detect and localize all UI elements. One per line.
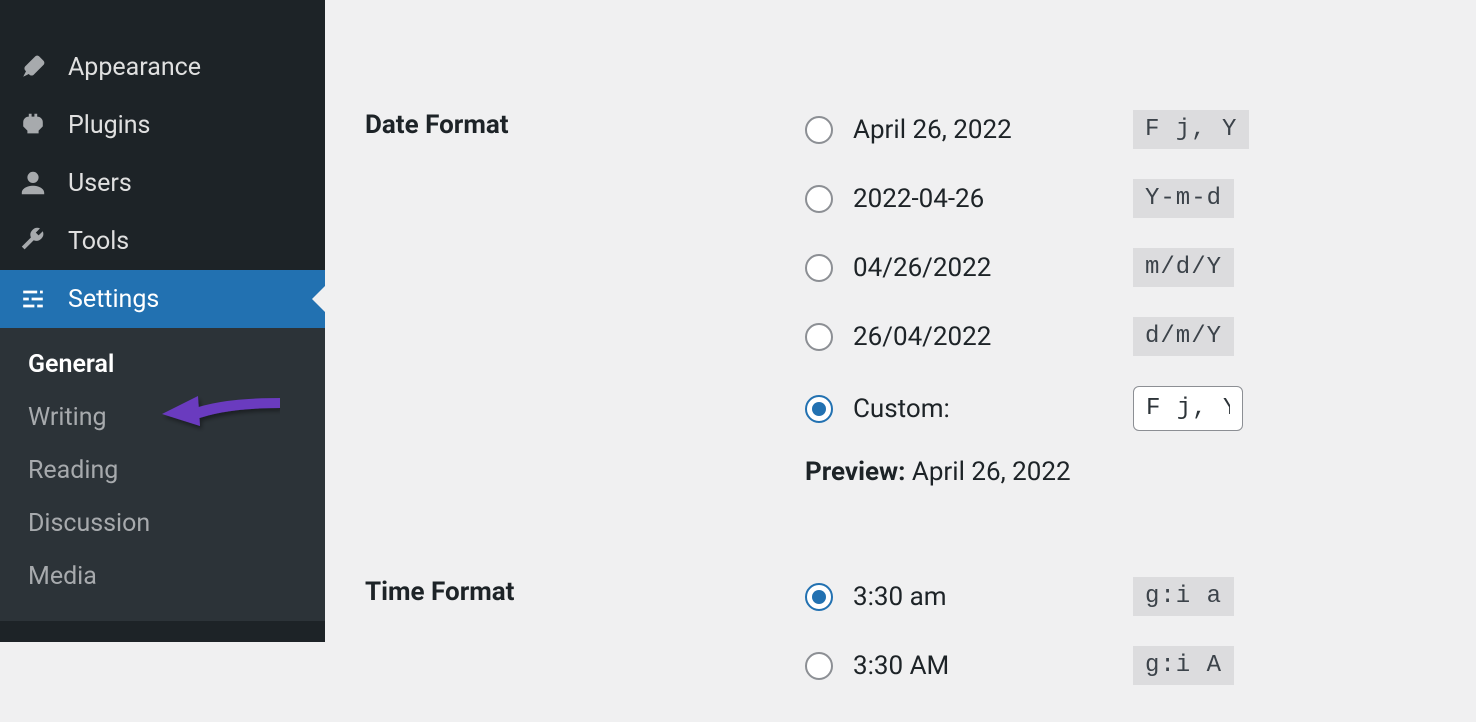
radio-icon[interactable] — [805, 583, 833, 611]
sidebar-item-plugins[interactable]: Plugins — [0, 96, 325, 154]
date-option-2[interactable]: 2022-04-26 Y-m-d — [805, 179, 1476, 218]
option-display: 2022-04-26 — [853, 184, 1133, 214]
settings-content: Date Format April 26, 2022 F j, Y 2022-0… — [325, 0, 1476, 642]
option-code: g:i A — [1133, 646, 1234, 685]
preview-value: April 26, 2022 — [912, 457, 1071, 487]
sidebar-item-label: Users — [68, 169, 132, 198]
date-option-4[interactable]: 26/04/2022 d/m/Y — [805, 317, 1476, 356]
admin-sidebar: Appearance Plugins Users Tools Settings … — [0, 0, 325, 642]
sidebar-item-label: Settings — [68, 285, 159, 314]
option-display: 3:30 AM — [853, 651, 1133, 681]
custom-date-format-input[interactable] — [1133, 386, 1243, 431]
option-display: 04/26/2022 — [853, 253, 1133, 283]
sidebar-item-label: Tools — [68, 227, 129, 256]
date-option-custom[interactable]: Custom: — [805, 386, 1476, 431]
plug-icon — [18, 110, 48, 140]
date-format-label: Date Format — [365, 110, 805, 517]
sidebar-item-settings[interactable]: Settings — [0, 270, 325, 328]
date-format-row: Date Format April 26, 2022 F j, Y 2022-0… — [365, 110, 1476, 517]
option-code: F j, Y — [1133, 110, 1249, 149]
sidebar-item-label: Appearance — [68, 53, 201, 82]
radio-icon[interactable] — [805, 395, 833, 423]
time-format-options: 3:30 am g:i a 3:30 AM g:i A — [805, 577, 1476, 715]
user-icon — [18, 168, 48, 198]
time-format-row: Time Format 3:30 am g:i a 3:30 AM g:i A — [365, 577, 1476, 715]
date-format-preview: Preview: April 26, 2022 — [805, 457, 1476, 487]
time-option-2[interactable]: 3:30 AM g:i A — [805, 646, 1476, 685]
submenu-item-discussion[interactable]: Discussion — [0, 497, 325, 550]
submenu-item-media[interactable]: Media — [0, 550, 325, 603]
time-option-1[interactable]: 3:30 am g:i a — [805, 577, 1476, 616]
sidebar-item-tools[interactable]: Tools — [0, 212, 325, 270]
option-code: d/m/Y — [1133, 317, 1234, 356]
option-display: Custom: — [853, 394, 1133, 424]
radio-icon[interactable] — [805, 116, 833, 144]
option-code: m/d/Y — [1133, 248, 1234, 287]
time-format-label: Time Format — [365, 577, 805, 715]
submenu-item-reading[interactable]: Reading — [0, 444, 325, 497]
annotation-arrow-general — [160, 378, 280, 436]
radio-icon[interactable] — [805, 254, 833, 282]
sliders-icon — [18, 284, 48, 314]
option-display: April 26, 2022 — [853, 115, 1133, 145]
date-option-1[interactable]: April 26, 2022 F j, Y — [805, 110, 1476, 149]
radio-icon[interactable] — [805, 652, 833, 680]
sidebar-item-users[interactable]: Users — [0, 154, 325, 212]
date-option-3[interactable]: 04/26/2022 m/d/Y — [805, 248, 1476, 287]
brush-icon — [18, 52, 48, 82]
preview-label: Preview: — [805, 457, 905, 487]
sidebar-item-label: Plugins — [68, 111, 150, 140]
sidebar-item-appearance[interactable]: Appearance — [0, 38, 325, 96]
option-display: 3:30 am — [853, 582, 1133, 612]
wrench-icon — [18, 226, 48, 256]
option-display: 26/04/2022 — [853, 322, 1133, 352]
date-format-options: April 26, 2022 F j, Y 2022-04-26 Y-m-d 0… — [805, 110, 1476, 517]
settings-submenu: General Writing Reading Discussion Media — [0, 328, 325, 621]
radio-icon[interactable] — [805, 185, 833, 213]
option-code: Y-m-d — [1133, 179, 1234, 218]
radio-icon[interactable] — [805, 323, 833, 351]
option-code: g:i a — [1133, 577, 1234, 616]
